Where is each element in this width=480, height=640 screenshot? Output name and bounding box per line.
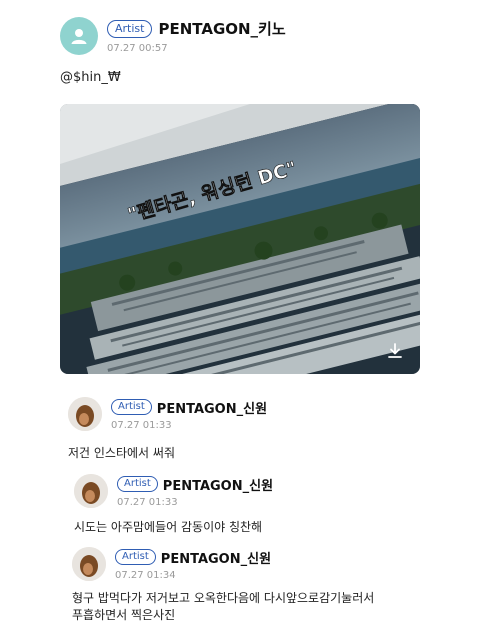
comment-item: Artist PENTAGON_신원 07.27 01:33 [68,397,267,431]
comment-author[interactable]: PENTAGON_신원 [161,548,271,567]
artist-badge: Artist [107,19,153,38]
avatar[interactable] [68,397,102,431]
comment-text: 저건 인스타에서 써줘 [68,446,175,460]
comment-text-line: 푸흡하면서 찍은사진 [72,608,176,622]
post-author[interactable]: PENTAGON_키노 [158,18,285,39]
artist-badge: Artist [111,399,152,415]
avatar[interactable] [74,474,108,508]
post-header: Artist PENTAGON_키노 07.27 00:57 [60,17,286,55]
comment-item: Artist PENTAGON_신원 07.27 01:33 [74,474,273,508]
user-icon [71,29,87,44]
comment-text: 시도는 아주맘에들어 감동이야 칭찬해 [74,520,263,534]
comment-timestamp: 07.27 01:33 [111,419,172,431]
comment-author[interactable]: PENTAGON_신원 [157,398,267,417]
avatar[interactable] [60,17,98,55]
post-text: @$hin_₩ [60,70,121,85]
comment-timestamp: 07.27 01:33 [117,496,178,508]
avatar[interactable] [72,547,106,581]
artist-badge: Artist [117,476,158,492]
post-timestamp: 07.27 00:57 [107,43,168,54]
comment-text: 형구 밥먹다가 저거보고 오옥한다음에 다시앞으로감기눌러서 푸흡하면서 찍은사… [72,590,374,624]
post-photo[interactable]: "펜타곤, 워싱턴 DC" [60,104,420,374]
comment-timestamp: 07.27 01:34 [115,569,176,581]
comment-author[interactable]: PENTAGON_신원 [163,475,273,494]
comment-item: Artist PENTAGON_신원 07.27 01:34 [72,547,271,581]
comment-text-line: 형구 밥먹다가 저거보고 오옥한다음에 다시앞으로감기눌러서 [72,591,375,605]
artist-badge: Artist [115,549,156,565]
download-icon[interactable] [386,342,404,360]
